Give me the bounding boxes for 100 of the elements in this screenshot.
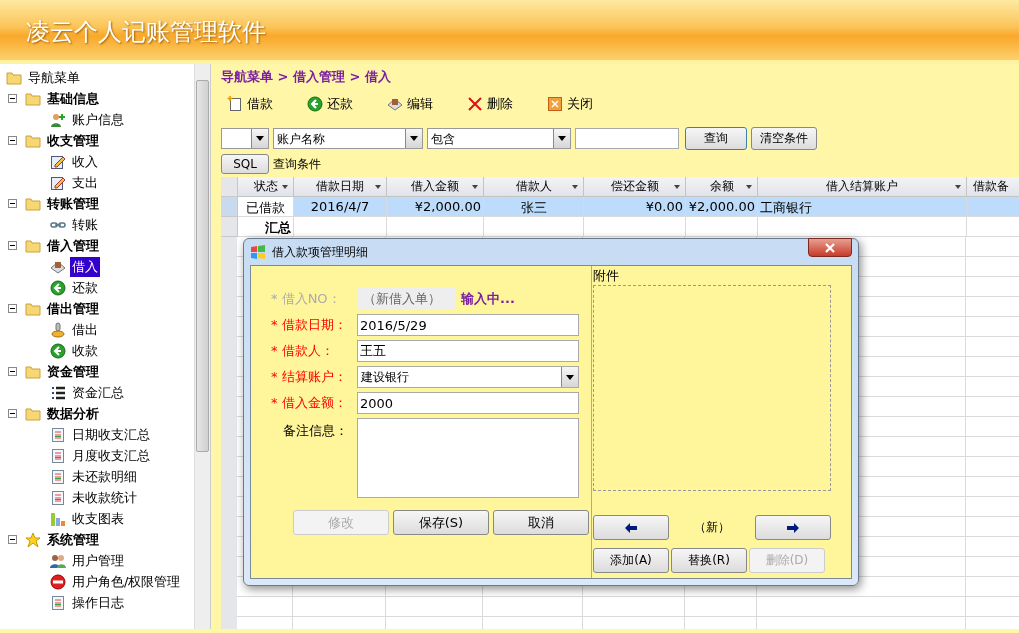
tree-item[interactable]: 资金汇总 <box>70 382 126 403</box>
table-cell: 2016/4/7 <box>294 197 387 217</box>
tree-root[interactable]: 导航菜单 <box>26 67 82 88</box>
folder-icon <box>25 90 41 107</box>
caret-icon <box>572 185 578 189</box>
page-label: （新） <box>694 519 730 536</box>
field-dropdown[interactable]: 账户名称 <box>273 128 423 149</box>
folder-icon <box>25 405 41 422</box>
dropdown-button[interactable] <box>405 129 422 148</box>
dialog-title: 借入款项管理明细 <box>272 243 368 261</box>
toolbar-button[interactable]: 还款 <box>301 93 363 115</box>
toolbar-button[interactable]: 编辑 <box>381 93 443 115</box>
query-button[interactable]: 查询 <box>685 127 747 150</box>
notes-field[interactable] <box>357 418 579 498</box>
scrollbar-thumb[interactable] <box>196 80 209 452</box>
back-icon <box>50 279 66 296</box>
tree-item[interactable]: 用户管理 <box>70 550 126 571</box>
tree-group[interactable]: 系统管理 <box>45 529 101 550</box>
dropdown-button[interactable] <box>251 129 268 148</box>
caret-icon <box>282 185 288 189</box>
scrollbar[interactable] <box>194 64 210 629</box>
next-button[interactable] <box>755 515 831 540</box>
dialog-button[interactable]: 取消 <box>493 510 589 535</box>
table-cell: 已借款 <box>238 197 294 217</box>
sql-button[interactable]: SQL <box>221 154 269 174</box>
close-button[interactable] <box>808 238 852 257</box>
collapse-icon[interactable] <box>8 199 17 208</box>
input-field[interactable]: 2016/5/29 <box>357 314 579 336</box>
tree-item[interactable]: 收支图表 <box>70 508 126 529</box>
collapse-icon[interactable] <box>8 409 17 418</box>
attachment-button[interactable]: 添加(A) <box>593 548 669 573</box>
app-title: 凌云个人记账管理软件 <box>26 17 266 48</box>
folder-icon <box>25 363 41 380</box>
tree-item[interactable]: 支出 <box>70 172 100 193</box>
toolbar-button[interactable]: 关闭 <box>541 93 603 115</box>
report-icon <box>50 489 66 506</box>
tree-group[interactable]: 借入管理 <box>45 235 101 256</box>
tree-item[interactable]: 借出 <box>70 319 100 340</box>
tree-group[interactable]: 基础信息 <box>45 88 101 109</box>
edit-icon <box>50 174 66 191</box>
edit-icon <box>50 153 66 170</box>
caret-icon <box>955 185 961 189</box>
caret-icon <box>674 185 680 189</box>
tree-item[interactable]: 操作日志 <box>70 592 126 613</box>
user-add-icon <box>50 111 66 128</box>
tree-group[interactable]: 收支管理 <box>45 130 101 151</box>
dropdown-button[interactable] <box>553 129 570 148</box>
tree-group[interactable]: 数据分析 <box>45 403 101 424</box>
search-field[interactable] <box>575 128 679 149</box>
report-icon <box>50 426 66 443</box>
attachment-title: 附件 <box>593 267 619 285</box>
caret-icon <box>375 185 381 189</box>
table-cell: ¥0.00 <box>584 197 686 217</box>
tree-item[interactable]: 转账 <box>70 214 100 235</box>
toolbar-button[interactable]: 删除 <box>461 93 523 115</box>
folder-icon <box>25 132 41 149</box>
folder-icon <box>25 195 41 212</box>
input-field[interactable]: 王五 <box>357 340 579 362</box>
attachment-button[interactable]: 替换(R) <box>671 548 747 573</box>
dropdown[interactable] <box>221 128 269 149</box>
collapse-icon[interactable] <box>8 304 17 313</box>
tree-group[interactable]: 转账管理 <box>45 193 101 214</box>
tree-group[interactable]: 借出管理 <box>45 298 101 319</box>
collapse-icon[interactable] <box>8 136 17 145</box>
previous-button[interactable] <box>593 515 669 540</box>
tree-item[interactable]: 未还款明细 <box>70 466 139 487</box>
collapse-icon[interactable] <box>8 241 17 250</box>
tree-item[interactable]: 收入 <box>70 151 100 172</box>
tree-item[interactable]: 月度收支汇总 <box>70 445 152 466</box>
collapse-icon[interactable] <box>8 367 17 376</box>
operator-dropdown[interactable]: 包含 <box>427 128 571 149</box>
clear-button[interactable]: 清空条件 <box>751 127 817 150</box>
field-label: * 借入金额： <box>271 394 348 412</box>
input-field[interactable]: 2000 <box>357 392 579 414</box>
dialog-button[interactable]: 保存(S) <box>393 510 489 535</box>
back-icon <box>307 96 323 112</box>
report-icon <box>50 447 66 464</box>
condition-text: 查询条件 <box>273 155 321 173</box>
status-text: 输入中... <box>461 290 515 308</box>
collapse-icon[interactable] <box>8 94 17 103</box>
number-field: （新借入单） <box>357 288 455 310</box>
collapse-icon[interactable] <box>8 535 17 544</box>
dropdown-button[interactable] <box>561 367 578 387</box>
breadcrumb: 导航菜单 > 借入管理 > 借入 <box>220 68 392 86</box>
bar-chart-icon <box>50 510 66 527</box>
folder-icon <box>25 237 41 254</box>
tree-item[interactable]: 账户信息 <box>70 109 126 130</box>
left-arrow-icon <box>625 522 637 533</box>
toolbar-button[interactable]: 借款 <box>221 93 283 115</box>
tree-item[interactable]: 借入 <box>70 256 100 277</box>
new-document-icon <box>227 96 243 112</box>
tree-item[interactable]: 还款 <box>70 277 100 298</box>
tree-item[interactable]: 未收款统计 <box>70 487 139 508</box>
tree-group[interactable]: 资金管理 <box>45 361 101 382</box>
tree-item[interactable]: 收款 <box>70 340 100 361</box>
tree-item[interactable]: 日期收支汇总 <box>70 424 152 445</box>
tree-item[interactable]: 用户角色/权限管理 <box>70 571 183 592</box>
account-dropdown[interactable]: 建设银行 <box>357 366 579 388</box>
row-header <box>221 217 238 237</box>
star-icon <box>25 531 41 548</box>
